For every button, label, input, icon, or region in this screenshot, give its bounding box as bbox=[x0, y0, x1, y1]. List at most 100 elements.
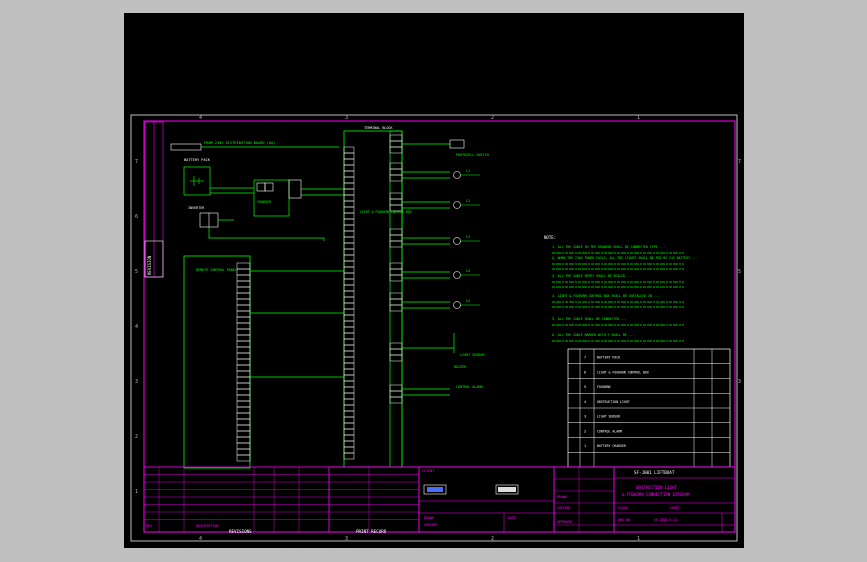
sheet-label: SHEET bbox=[670, 506, 680, 510]
middle-terminal bbox=[343, 434, 355, 442]
middle-terminal bbox=[343, 350, 355, 358]
print-record-label: PRINT RECORD bbox=[356, 529, 387, 534]
parts-row-number: 4 bbox=[584, 400, 586, 404]
middle-terminal bbox=[343, 158, 355, 166]
output-terminal bbox=[389, 174, 403, 182]
zone-bottom-4: 4 bbox=[199, 536, 202, 542]
drawing-title-line2: & FOGHORN CONNECTION DIAGRAM bbox=[622, 492, 690, 497]
parts-row-description: CONTROL ALARM bbox=[597, 429, 622, 433]
note-5: 5. ALL THE CABLE SHALL BE CONNECTED ... bbox=[552, 317, 627, 321]
middle-terminal bbox=[343, 194, 355, 202]
zone-side-2: 2 bbox=[135, 434, 138, 440]
parts-row-description: LIGHT SENSOR bbox=[597, 415, 620, 419]
date-label: DATE bbox=[508, 516, 516, 520]
client-label: CLIENT bbox=[422, 469, 434, 473]
left-terminal bbox=[236, 418, 251, 426]
zone-side-right-5: 5 bbox=[738, 269, 741, 275]
middle-terminal bbox=[343, 338, 355, 346]
zone-bottom-2: 2 bbox=[491, 536, 494, 542]
middle-terminal bbox=[343, 290, 355, 298]
connection-diagram: 4 3 2 1 4 3 2 1 7 6 5 4 3 2 1 7 5 3 REVI… bbox=[130, 114, 741, 542]
note-2: 2. WHEN THE 230V POWER FAILS, ALL THE LI… bbox=[552, 256, 698, 260]
zone-side-3: 3 bbox=[135, 379, 138, 385]
left-terminal-strip bbox=[236, 262, 251, 462]
output-terminal bbox=[389, 274, 403, 282]
title-block: REV DESCRIPTION REVISIONS PRINT RECORD C… bbox=[143, 466, 736, 534]
zone-side-6: 6 bbox=[135, 214, 138, 220]
left-terminal bbox=[236, 340, 251, 348]
output-terminal-block: L1 L2 L3 L4 L5 PHOTOCELL SWITCH LIGHT SENSOR… bbox=[389, 130, 489, 468]
left-terminal bbox=[236, 292, 251, 300]
outer-frame bbox=[130, 114, 738, 542]
middle-terminal bbox=[343, 152, 355, 160]
left-terminal bbox=[236, 304, 251, 312]
parts-list-rows: 7 BATTERY PACK 6 LIGHT & FOGHORN CONTROL BO… bbox=[568, 356, 730, 453]
left-terminal bbox=[236, 394, 251, 402]
left-terminal bbox=[236, 322, 251, 330]
middle-terminal bbox=[343, 440, 355, 448]
zone-top-3: 3 bbox=[345, 115, 348, 121]
left-terminal bbox=[236, 442, 251, 450]
output-terminal bbox=[389, 168, 403, 176]
middle-terminal bbox=[343, 182, 355, 190]
parts-row-description: FOGHORN bbox=[597, 385, 611, 389]
zone-side-4: 4 bbox=[135, 324, 138, 330]
middle-terminal bbox=[343, 236, 355, 244]
output-terminal bbox=[389, 298, 403, 306]
output-terminal bbox=[389, 348, 403, 356]
output-terminal bbox=[389, 390, 403, 398]
note-1: 1. ALL THE CABLE IN THE DRAWING SHALL BE… bbox=[552, 245, 665, 249]
middle-terminal bbox=[343, 278, 355, 286]
output-terminal bbox=[389, 198, 403, 206]
note-4: 4. LIGHT & FOGHORN CONTROL BOX SHALL BE … bbox=[552, 294, 660, 298]
output-terminal bbox=[389, 292, 403, 300]
description-col-label: DESCRIPTION bbox=[196, 524, 218, 528]
middle-terminal bbox=[343, 332, 355, 340]
middle-terminal bbox=[343, 392, 355, 400]
middle-terminal bbox=[343, 170, 355, 178]
photocell-symbol bbox=[449, 139, 465, 149]
middle-terminal bbox=[343, 296, 355, 304]
cad-viewport[interactable]: 4 3 2 1 4 3 2 1 7 6 5 4 3 2 1 7 5 3 REVI… bbox=[124, 13, 744, 548]
output-terminal bbox=[389, 228, 403, 236]
middle-terminal bbox=[343, 284, 355, 292]
middle-terminal bbox=[343, 410, 355, 418]
battery-pack-label: BATTERY PACK bbox=[184, 158, 211, 162]
middle-terminal bbox=[343, 188, 355, 196]
middle-terminal bbox=[343, 386, 355, 394]
middle-terminal bbox=[343, 368, 355, 376]
output-terminal bbox=[389, 262, 403, 270]
remote-panel-block: REMOTE CONTROL PANEL bbox=[183, 255, 251, 469]
middle-terminal bbox=[343, 344, 355, 352]
project-name: SF-J001 LIFTBOAT bbox=[634, 470, 675, 475]
middle-terminal bbox=[343, 398, 355, 406]
middle-terminal bbox=[343, 254, 355, 262]
output-terminal bbox=[389, 162, 403, 170]
zone-side-right-3: 3 bbox=[738, 379, 741, 385]
middle-terminal-strip bbox=[343, 146, 355, 460]
drawing-no-label: DWG NO. bbox=[618, 518, 632, 522]
remote-panel-label: REMOTE CONTROL PANEL bbox=[196, 268, 237, 272]
parts-row-number: 2 bbox=[584, 429, 586, 433]
middle-terminal bbox=[343, 200, 355, 208]
revision-strip: REVISION bbox=[144, 121, 164, 278]
middle-terminal bbox=[343, 212, 355, 220]
notes-heading: NOTE: bbox=[544, 235, 556, 240]
output-terminal bbox=[389, 146, 403, 154]
approved-label: APPROVED bbox=[557, 520, 572, 524]
lamp-label: L3 bbox=[466, 235, 470, 239]
left-terminal bbox=[236, 370, 251, 378]
parts-row-number: 5 bbox=[584, 385, 586, 389]
middle-terminal bbox=[343, 446, 355, 454]
middle-terminal bbox=[343, 320, 355, 328]
lamp-symbol bbox=[453, 271, 461, 279]
left-terminal bbox=[236, 454, 251, 462]
output-terminal bbox=[389, 342, 403, 350]
drawn-label: DRAWN bbox=[557, 495, 567, 499]
parts-row-description: LIGHT & FOGHORN CONTROL BOX bbox=[597, 370, 649, 374]
panel-wires bbox=[250, 270, 344, 378]
output-terminal bbox=[389, 354, 403, 362]
drawn-by-label: DRAWN bbox=[424, 516, 434, 520]
parts-row-number: 3 bbox=[584, 415, 586, 419]
zone-side-7: 7 bbox=[135, 159, 138, 165]
